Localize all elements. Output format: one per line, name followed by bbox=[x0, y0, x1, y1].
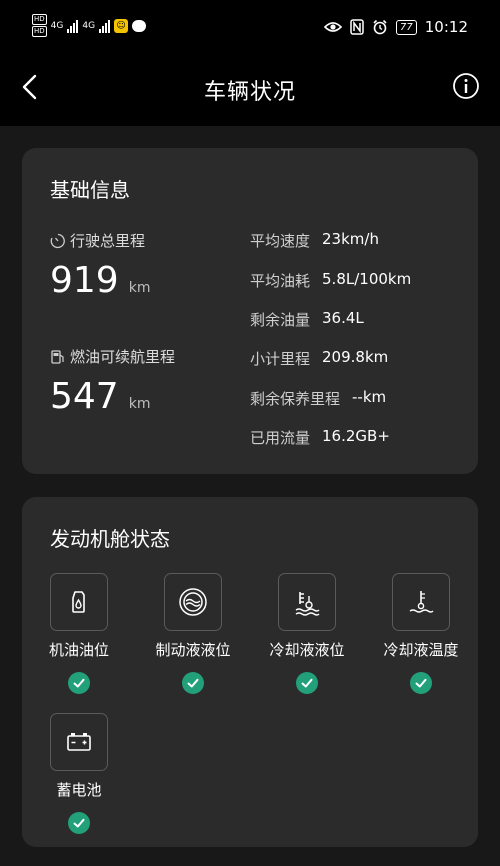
status-tile-oil-level[interactable]: 机油油位 bbox=[24, 573, 134, 694]
range-unit: km bbox=[128, 396, 151, 412]
network-type-2: 4G bbox=[82, 20, 96, 31]
odometer-icon bbox=[50, 233, 65, 248]
ok-check-icon bbox=[68, 812, 90, 834]
chat-notification-icon bbox=[132, 19, 147, 32]
engine-status-card: 发动机舱状态 机油油位 制动液液位 冷却液液位 冷却液温度 蓄电池 bbox=[22, 497, 478, 847]
total-mileage-value: 919 bbox=[50, 260, 119, 301]
signal-icon-1 bbox=[67, 19, 79, 33]
status-left: HD HD 4G 4G ☺ bbox=[32, 14, 147, 37]
battery-icon bbox=[67, 733, 91, 751]
alarm-icon bbox=[373, 19, 387, 35]
status-right: 77 10:12 bbox=[324, 18, 468, 36]
total-mileage: 919 km bbox=[50, 260, 150, 301]
info-row: 已用流量 16.2GB+ bbox=[250, 427, 390, 448]
oil-level-icon bbox=[72, 591, 85, 613]
ok-check-icon bbox=[296, 672, 318, 694]
nfc-icon bbox=[350, 19, 364, 35]
coolant-level-icon bbox=[295, 592, 320, 616]
info-row: 剩余油量 36.4L bbox=[250, 309, 364, 330]
range-label-row: 燃油可续航里程 bbox=[50, 346, 175, 367]
info-row: 剩余保养里程 --km bbox=[250, 388, 386, 409]
info-row: 小计里程 209.8km bbox=[250, 348, 388, 369]
ok-check-icon bbox=[68, 672, 90, 694]
info-row: 平均速度 23km/h bbox=[250, 230, 379, 251]
status-tile-battery[interactable]: 蓄电池 bbox=[24, 713, 134, 834]
range-value: 547 bbox=[50, 376, 119, 417]
hd-badge-1: HD bbox=[32, 14, 47, 25]
info-row-value: 209.8km bbox=[322, 348, 389, 366]
info-row-key: 剩余保养里程 bbox=[250, 390, 341, 408]
info-row-value: 23km/h bbox=[322, 230, 379, 248]
signal-icon-2 bbox=[99, 19, 111, 33]
status-tile-label: 机油油位 bbox=[48, 641, 109, 659]
info-row-value: 16.2GB+ bbox=[322, 427, 390, 445]
basic-info-card: 基础信息 行驶总里程 919 km 燃油可续航里程 547 km 平均速度 23… bbox=[22, 148, 478, 474]
clock: 10:12 bbox=[424, 18, 468, 36]
app-header: 车辆状况 bbox=[0, 56, 500, 126]
app-notification-icon: ☺ bbox=[114, 18, 129, 33]
status-tile-coolant-temp[interactable]: 冷却液温度 bbox=[366, 573, 476, 694]
info-button[interactable] bbox=[452, 72, 480, 100]
fuel-pump-icon bbox=[51, 349, 64, 364]
ok-check-icon bbox=[182, 672, 204, 694]
range-label: 燃油可续航里程 bbox=[70, 348, 176, 366]
range: 547 km bbox=[50, 376, 150, 417]
info-row-value: --km bbox=[352, 388, 387, 406]
total-mileage-unit: km bbox=[128, 280, 151, 296]
info-row-key: 小计里程 bbox=[250, 350, 311, 368]
content-area: 基础信息 行驶总里程 919 km 燃油可续航里程 547 km 平均速度 23… bbox=[0, 126, 500, 866]
status-tile-label: 冷却液温度 bbox=[383, 641, 459, 659]
info-row: 平均油耗 5.8L/100km bbox=[250, 270, 411, 291]
basic-info-title: 基础信息 bbox=[50, 178, 130, 202]
engine-status-title: 发动机舱状态 bbox=[50, 527, 170, 551]
ok-check-icon bbox=[410, 672, 432, 694]
total-mileage-label: 行驶总里程 bbox=[70, 232, 146, 250]
coolant-temp-icon bbox=[409, 591, 434, 613]
total-mileage-label-row: 行驶总里程 bbox=[50, 230, 145, 251]
status-tile-label: 制动液液位 bbox=[155, 641, 231, 659]
info-row-value: 36.4L bbox=[322, 309, 364, 327]
info-row-key: 已用流量 bbox=[250, 429, 311, 447]
status-tile-coolant-level[interactable]: 冷却液液位 bbox=[252, 573, 362, 694]
info-row-key: 平均速度 bbox=[250, 232, 311, 250]
status-tile-label: 冷却液液位 bbox=[269, 641, 345, 659]
brake-fluid-icon bbox=[179, 588, 207, 616]
network-type-1: 4G bbox=[50, 20, 64, 31]
status-tile-brake-fluid[interactable]: 制动液液位 bbox=[138, 573, 248, 694]
status-tile-label: 蓄电池 bbox=[56, 781, 102, 799]
hd-badge-2: HD bbox=[32, 26, 47, 37]
eye-icon bbox=[324, 22, 343, 32]
status-bar: HD HD 4G 4G ☺ 77 10:12 bbox=[0, 0, 500, 56]
page-title: 车辆状况 bbox=[203, 80, 296, 105]
battery-level-icon: 77 bbox=[396, 19, 417, 35]
info-row-key: 平均油耗 bbox=[250, 272, 311, 290]
info-row-key: 剩余油量 bbox=[250, 311, 311, 329]
info-row-value: 5.8L/100km bbox=[322, 270, 412, 288]
